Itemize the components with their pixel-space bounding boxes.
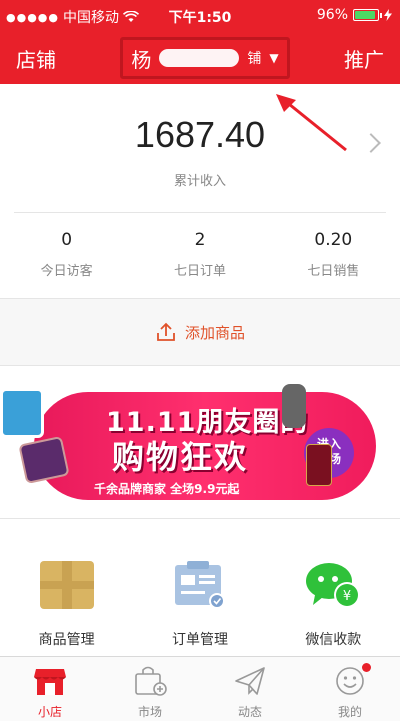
tab-label: 小店 (37, 705, 62, 719)
shaver-image (282, 384, 306, 428)
total-income-label: 累计收入 (173, 174, 226, 189)
order-list-icon (174, 561, 225, 609)
total-income-value: 1687.40 (134, 114, 266, 155)
stat-value: 2 (194, 230, 206, 250)
tool-label: 商品管理 (38, 632, 95, 648)
stats-row: 0 今日访客 2 七日订单 0.20 七日销售 (0, 212, 400, 298)
goods-management-button[interactable]: 商品管理 (0, 519, 133, 656)
svg-text:¥: ¥ (343, 589, 351, 604)
status-right: 96% (317, 7, 392, 23)
paper-plane-icon (235, 667, 265, 695)
milk-powder-can-image (0, 388, 44, 438)
add-product-button[interactable]: 添加商品 (0, 298, 400, 366)
stat-sales-7d[interactable]: 0.20 七日销售 (267, 212, 400, 298)
battery-fill (355, 11, 376, 19)
tab-market[interactable]: 市场 (100, 657, 200, 721)
shop-name-prefix: 杨 (131, 47, 152, 72)
stat-visitors-today[interactable]: 0 今日访客 (0, 212, 133, 298)
stat-label: 今日访客 (40, 264, 93, 279)
top-nav-bar: 店铺 杨 铺 ▼ 推广 (0, 32, 400, 84)
banner-subtitle: 千余品牌商家 全场9.9元起 (94, 482, 240, 496)
tab-label: 市场 (137, 705, 162, 719)
stat-value: 0.20 (314, 230, 353, 250)
promote-button[interactable]: 推广 (344, 44, 384, 73)
shop-icon (34, 669, 66, 695)
bottom-tab-bar: 小店 市场 动态 我的 (0, 656, 400, 721)
tab-label: 我的 (337, 705, 362, 719)
wechat-payment-button[interactable]: ¥ 微信收款 (267, 519, 400, 656)
tab-label: 动态 (237, 705, 262, 719)
tools-grid: 商品管理 订单管理 ¥ 微信收款 (0, 518, 400, 656)
dropdown-caret-icon: ▼ (269, 51, 279, 65)
income-summary[interactable]: 1687.40 累计收入 (0, 84, 400, 212)
tab-shop[interactable]: 小店 (0, 657, 100, 721)
wechat-pay-icon: ¥ (306, 563, 361, 608)
tab-me[interactable]: 我的 (300, 657, 400, 721)
charging-bolt-icon (384, 9, 392, 21)
upload-icon (157, 322, 175, 341)
tool-label: 订单管理 (171, 632, 228, 648)
stat-value: 0 (61, 230, 73, 250)
redacted-shop-name (159, 49, 240, 67)
shop-name-suffix: 铺 (247, 51, 262, 67)
add-product-label: 添加商品 (184, 323, 245, 342)
shop-selector[interactable]: 杨 铺 ▼ (120, 37, 290, 79)
market-bag-icon (135, 666, 167, 696)
serum-bottle-image (306, 444, 332, 486)
stat-label: 七日订单 (173, 264, 226, 279)
status-bar: ●●●●● 中国移动 下午1:50 96% (0, 0, 400, 32)
tool-label: 微信收款 (305, 632, 362, 648)
order-management-button[interactable]: 订单管理 (133, 519, 266, 656)
stat-label: 七日销售 (307, 264, 360, 279)
shop-tab-button[interactable]: 店铺 (16, 44, 56, 73)
stat-orders-7d[interactable]: 2 七日订单 (133, 212, 266, 298)
notification-badge-dot (362, 663, 371, 672)
promo-banner[interactable]: 11.11朋友圈的 购物狂欢 千余品牌商家 全场9.9元起 进入 会场 (0, 366, 400, 518)
battery-icon (353, 9, 382, 21)
banner-title: 购物狂欢 (112, 438, 249, 476)
battery-percent: 96% (316, 7, 348, 23)
tab-moments[interactable]: 动态 (200, 657, 300, 721)
goods-box-icon (39, 561, 94, 609)
